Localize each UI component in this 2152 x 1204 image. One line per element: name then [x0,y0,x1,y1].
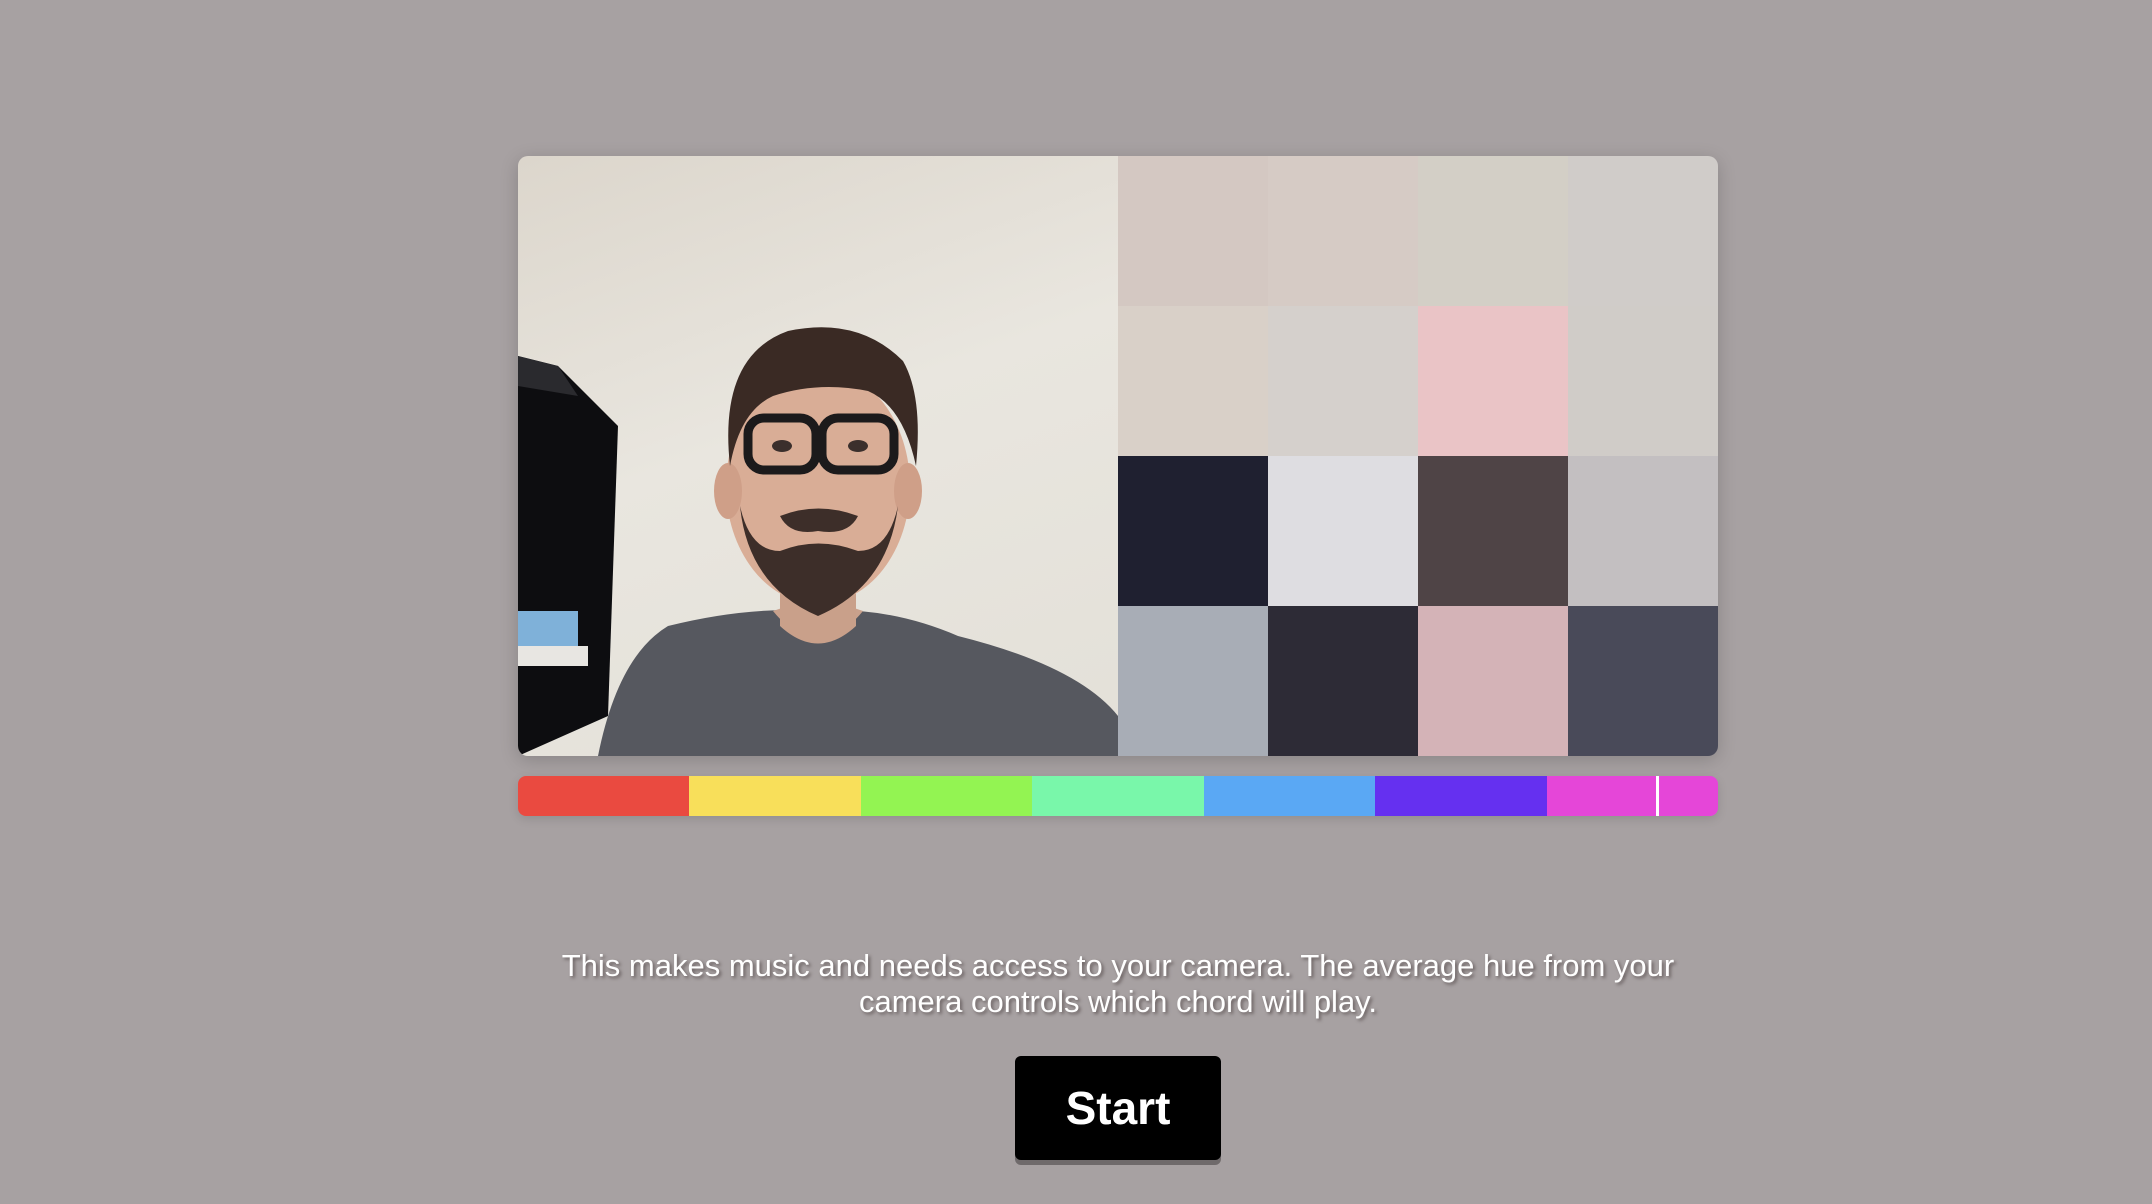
webcam-image [518,327,1118,756]
camera-feed [518,156,1118,756]
description-line-2: camera controls which chord will play. [858,984,1377,1019]
pixel-grid [1118,156,1718,756]
grid-cell [1568,156,1718,306]
grid-cell [1418,306,1568,456]
grid-cell [1118,306,1268,456]
grid-cell [1268,306,1418,456]
hue-segment [1032,776,1204,816]
grid-cell [1268,156,1418,306]
grid-cell [1418,606,1568,756]
description-text: This makes music and needs access to you… [518,948,1718,1020]
grid-cell [1568,306,1718,456]
start-button[interactable]: Start [1015,1056,1221,1160]
camera-card [518,156,1718,756]
hue-segment [860,776,1033,816]
grid-cell [1268,606,1418,756]
grid-cell [1118,156,1268,306]
hue-bar [518,776,1718,816]
hue-segment [689,776,861,816]
hue-marker [1655,776,1659,816]
grid-cell [1268,456,1418,606]
grid-cell [1568,456,1718,606]
description-line-1: This makes music and needs access to you… [561,948,1675,983]
grid-cell [1118,606,1268,756]
grid-cell [1568,606,1718,756]
hue-segment [1546,776,1718,816]
grid-cell [1418,156,1568,306]
page: This makes music and needs access to you… [0,0,2152,1204]
hue-segment [1203,776,1376,816]
hue-segment [518,776,690,816]
grid-cell [1418,456,1568,606]
grid-cell [1118,456,1268,606]
hue-segment [1375,776,1547,816]
